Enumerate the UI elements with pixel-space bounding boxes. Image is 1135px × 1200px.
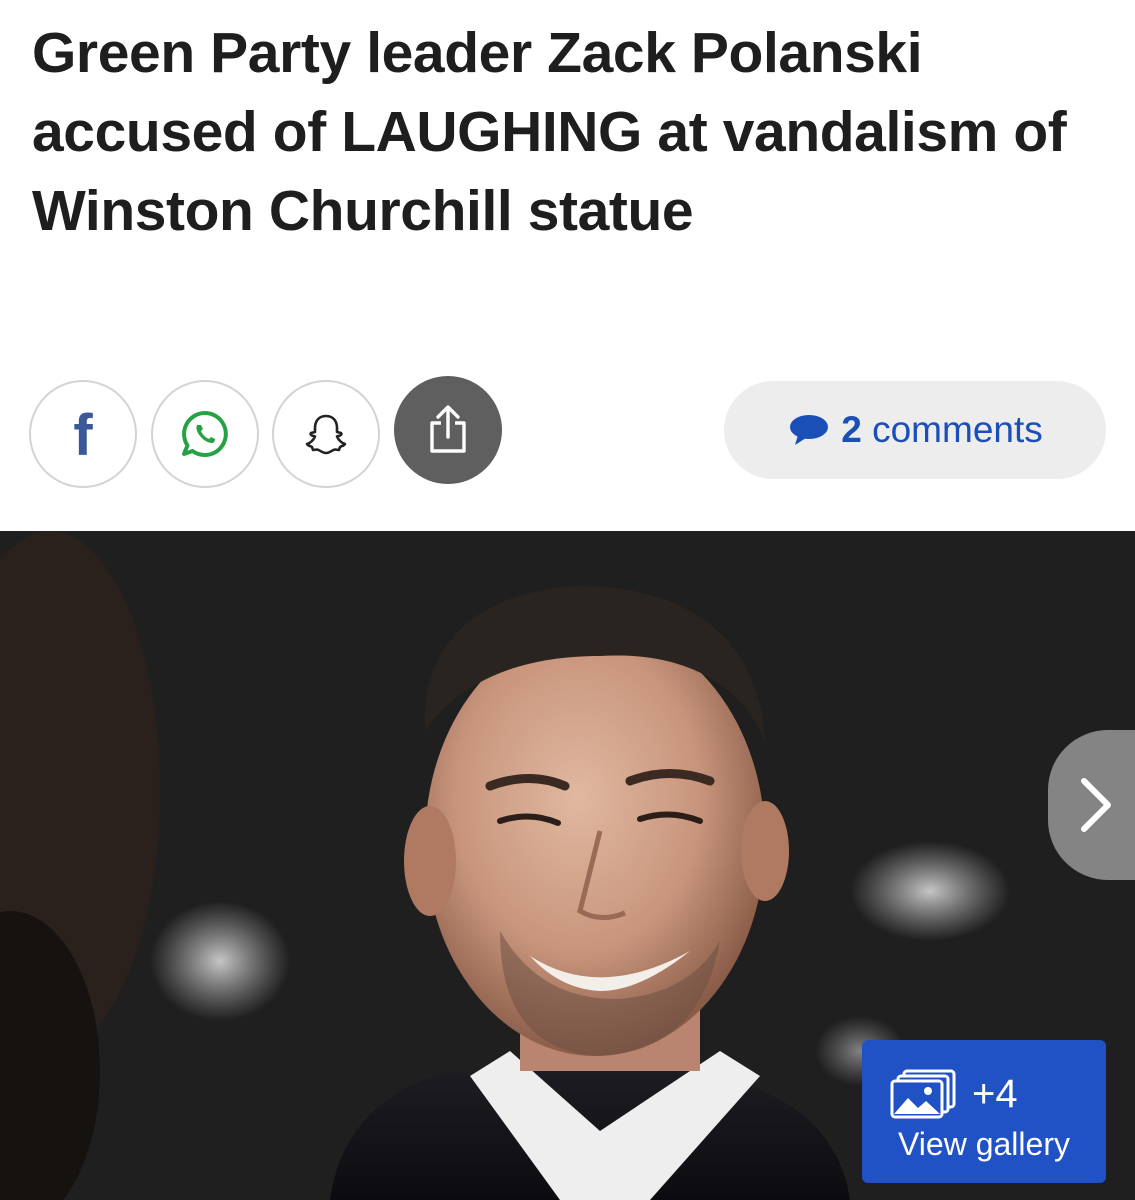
- share-bar: f 2 comments: [0, 376, 1135, 488]
- comments-button[interactable]: 2 comments: [724, 381, 1106, 479]
- gallery-next-button[interactable]: [1048, 730, 1135, 880]
- comments-count: 2: [841, 409, 862, 450]
- facebook-icon: f: [73, 403, 93, 468]
- article-headline: Green Party leader Zack Polanski accused…: [32, 21, 1067, 243]
- gallery-extra-count: +4: [972, 1071, 1018, 1116]
- chevron-right-icon: [1081, 778, 1111, 832]
- view-gallery-label: View gallery: [898, 1126, 1070, 1162]
- snapchat-share-button[interactable]: [272, 380, 380, 488]
- article-page: Green Party leader Zack Polanski accused…: [0, 0, 1135, 1200]
- share-icon: [430, 405, 466, 453]
- whatsapp-icon: [182, 411, 228, 457]
- view-gallery-button[interactable]: +4 View gallery: [862, 1040, 1106, 1183]
- snapchat-icon: [305, 414, 347, 455]
- comments-text: comments: [872, 409, 1043, 450]
- comment-bubble-icon: [790, 415, 829, 445]
- gallery-counter: +4: [890, 1068, 1018, 1120]
- comments-label: 2 comments: [841, 409, 1043, 451]
- facebook-share-button[interactable]: f: [29, 380, 137, 488]
- gallery-icon: [890, 1069, 956, 1119]
- native-share-button[interactable]: [394, 376, 502, 484]
- whatsapp-share-button[interactable]: [151, 380, 259, 488]
